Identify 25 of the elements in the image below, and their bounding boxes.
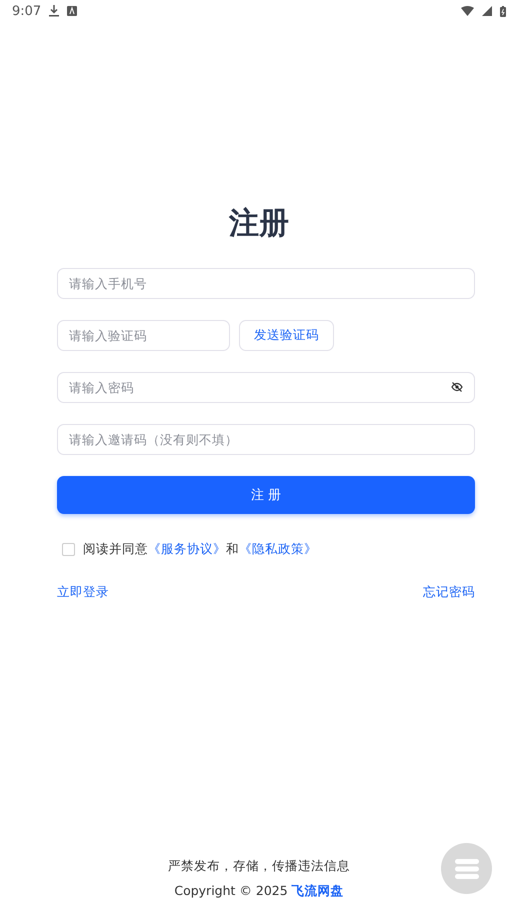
- forgot-password-link[interactable]: 忘记密码: [423, 584, 475, 601]
- privacy-policy-link[interactable]: 《隐私政策》: [239, 541, 317, 556]
- password-field[interactable]: 请输入密码: [57, 372, 475, 403]
- agreement-checkbox[interactable]: [62, 543, 75, 556]
- brand-link[interactable]: 飞流网盘: [292, 883, 344, 898]
- status-time: 9:07: [12, 4, 42, 18]
- login-link[interactable]: 立即登录: [57, 584, 109, 601]
- invite-code-field[interactable]: 请输入邀请码（没有则不填）: [57, 424, 475, 455]
- battery-icon: [500, 6, 506, 16]
- service-agreement-link[interactable]: 《服务协议》: [148, 541, 226, 556]
- register-button[interactable]: 注 册: [57, 476, 475, 514]
- menu-button[interactable]: [441, 843, 492, 894]
- signal-icon: [482, 6, 492, 16]
- wifi-icon: [461, 6, 474, 16]
- notice-text: 严禁发布，存储，传播违法信息: [168, 858, 350, 875]
- send-code-button[interactable]: 发送验证码: [239, 320, 334, 351]
- phone-field[interactable]: 请输入手机号: [57, 268, 475, 299]
- page-title: 注册: [228, 205, 290, 243]
- download-icon: [49, 5, 60, 17]
- eye-slash-icon[interactable]: [451, 382, 463, 392]
- copyright-text: Copyright © 2025 飞流网盘: [174, 883, 344, 900]
- code-field[interactable]: 请输入验证码: [57, 320, 230, 351]
- agreement-text: 阅读并同意《服务协议》和《隐私政策》: [83, 541, 317, 558]
- app-notification-icon: [67, 6, 78, 16]
- menu-icon: [454, 858, 478, 878]
